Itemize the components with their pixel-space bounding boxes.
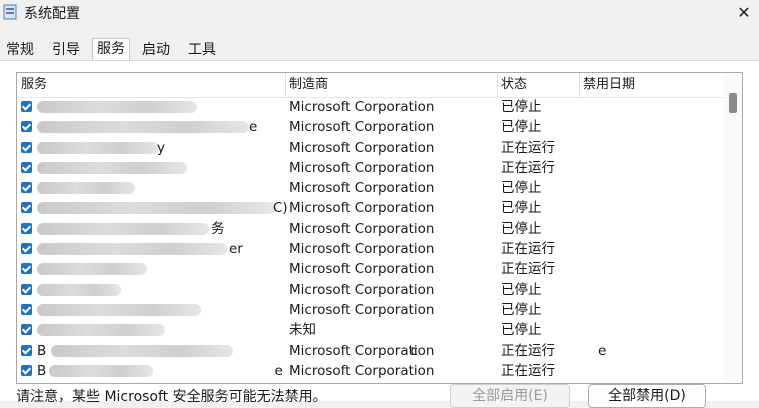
service-checkbox[interactable]	[21, 141, 32, 153]
service-row[interactable]: B ce Microsoft Corporation 正在运行	[17, 341, 724, 361]
manufacturer-cell: Microsoft Corporation	[289, 342, 435, 359]
service-checkbox[interactable]	[21, 344, 32, 356]
manufacturer-cell: Microsoft Corporation	[289, 301, 435, 318]
status-cell: 已停止	[501, 322, 542, 339]
manufacturer-cell: 未知	[289, 322, 316, 339]
redacted-service-name	[37, 283, 121, 296]
redacted-service-name	[37, 324, 165, 337]
status-cell: 正在运行	[501, 241, 555, 258]
manufacturer-cell: Microsoft Corporation	[289, 139, 435, 156]
redacted-service-name	[37, 141, 159, 154]
tab-startup[interactable]: 启动	[138, 40, 174, 60]
security-services-note: 请注意，某些 Microsoft 安全服务可能无法禁用。	[16, 389, 327, 405]
window-title: 系统配置	[24, 6, 80, 22]
service-row[interactable]: Microsoft Corporation 已停止	[17, 178, 724, 198]
column-header-service[interactable]: 服务	[17, 73, 47, 97]
service-row[interactable]: Microsoft Corporation 已停止	[17, 280, 724, 300]
redacted-service-name	[37, 222, 209, 235]
scrollbar-thumb[interactable]	[729, 93, 737, 113]
enable-all-button[interactable]: 全部启用(E)	[450, 384, 570, 408]
status-cell: 已停止	[501, 220, 542, 237]
service-checkbox[interactable]	[21, 263, 32, 275]
service-row[interactable]: er Microsoft Corporation 正在运行	[17, 239, 724, 259]
close-button[interactable]: ✕	[729, 0, 759, 28]
column-header-disabled-date[interactable]: 禁用日期	[579, 73, 635, 97]
manufacturer-cell: Microsoft Corporation	[289, 119, 435, 136]
service-checkbox[interactable]	[21, 364, 32, 376]
disable-all-button[interactable]: 全部禁用(D)	[588, 384, 706, 408]
status-cell: 正在运行	[501, 139, 555, 156]
tab-boot[interactable]: 引导	[48, 40, 84, 60]
list-header: 服务 制造商 状态 禁用日期	[17, 73, 742, 98]
manufacturer-cell: Microsoft Corporation	[289, 241, 435, 258]
service-checkbox[interactable]	[21, 283, 32, 295]
service-checkbox[interactable]	[21, 222, 32, 234]
service-checkbox[interactable]	[21, 324, 32, 336]
service-name: e	[249, 119, 258, 136]
redacted-service-name	[37, 303, 201, 316]
service-checkbox[interactable]	[21, 243, 32, 255]
status-cell: 正在运行	[501, 159, 555, 176]
tab-general[interactable]: 常规	[2, 40, 38, 60]
status-cell: 已停止	[501, 180, 542, 197]
service-row[interactable]: e Microsoft Corporation 已停止	[17, 117, 724, 137]
status-cell: 已停止	[501, 281, 542, 298]
manufacturer-cell: Microsoft Corporation	[289, 362, 435, 379]
status-cell: 正在运行	[501, 342, 555, 359]
status-cell: 已停止	[501, 200, 542, 217]
redacted-service-name	[37, 243, 227, 256]
service-row[interactable]: C) Microsoft Corporation 已停止	[17, 198, 724, 218]
column-header-status[interactable]: 状态	[497, 73, 527, 97]
status-cell: 已停止	[501, 99, 542, 115]
redacted-service-name	[37, 263, 147, 276]
service-checkbox[interactable]	[21, 202, 32, 214]
tab-bar: 常规 引导 服务 启动 工具	[0, 38, 759, 60]
manufacturer-cell: Microsoft Corporation	[289, 220, 435, 237]
manufacturer-cell: Microsoft Corporation	[289, 99, 435, 115]
redacted-service-name	[37, 121, 249, 134]
service-name: 务	[211, 220, 225, 237]
manufacturer-cell: Microsoft Corporation	[289, 200, 435, 217]
redacted-service-name	[37, 161, 187, 174]
tab-tools[interactable]: 工具	[184, 40, 220, 60]
tab-services[interactable]: 服务	[92, 38, 130, 60]
service-row[interactable]: y Microsoft Corporation 正在运行	[17, 138, 724, 158]
service-row[interactable]: B e Microsoft Corporation 正在运行	[17, 361, 724, 381]
service-row[interactable]: Microsoft Corporation 已停止	[17, 300, 724, 320]
manufacturer-cell: Microsoft Corporation	[289, 281, 435, 298]
service-row[interactable]: Microsoft Corporation 正在运行	[17, 259, 724, 279]
service-row[interactable]: 务 Microsoft Corporation 已停止	[17, 219, 724, 239]
status-cell: 正在运行	[501, 261, 555, 278]
service-row[interactable]: 未知 已停止	[17, 320, 724, 340]
service-rows: Microsoft Corporation 已停止 e Microsoft Co…	[17, 97, 724, 381]
manufacturer-cell: Microsoft Corporation	[289, 159, 435, 176]
manufacturer-cell: Microsoft Corporation	[289, 180, 435, 197]
status-cell: 已停止	[501, 119, 542, 136]
status-cell: 已停止	[501, 301, 542, 318]
service-checkbox[interactable]	[21, 182, 32, 194]
service-checkbox[interactable]	[21, 101, 32, 112]
service-name: y	[157, 139, 165, 156]
service-name: C)	[273, 200, 288, 217]
service-checkbox[interactable]	[21, 303, 32, 315]
service-name: er	[229, 241, 243, 258]
redacted-service-name	[37, 101, 197, 113]
service-checkbox[interactable]	[21, 161, 32, 173]
title-bar: 系统配置 ✕	[0, 0, 759, 28]
service-checkbox[interactable]	[21, 121, 32, 133]
manufacturer-cell: Microsoft Corporation	[289, 261, 435, 278]
status-cell: 正在运行	[501, 362, 555, 379]
redacted-service-name	[37, 202, 275, 215]
redacted-service-name	[37, 182, 135, 195]
vertical-scrollbar[interactable]	[724, 73, 742, 383]
system-config-app-icon	[3, 4, 17, 20]
services-list[interactable]: 服务 制造商 状态 禁用日期 Microsoft Corporation 已停止…	[16, 72, 743, 384]
column-header-manufacturer[interactable]: 制造商	[285, 73, 328, 97]
service-row[interactable]: Microsoft Corporation 已停止	[17, 97, 724, 117]
service-row[interactable]: Microsoft Corporation 正在运行	[17, 158, 724, 178]
